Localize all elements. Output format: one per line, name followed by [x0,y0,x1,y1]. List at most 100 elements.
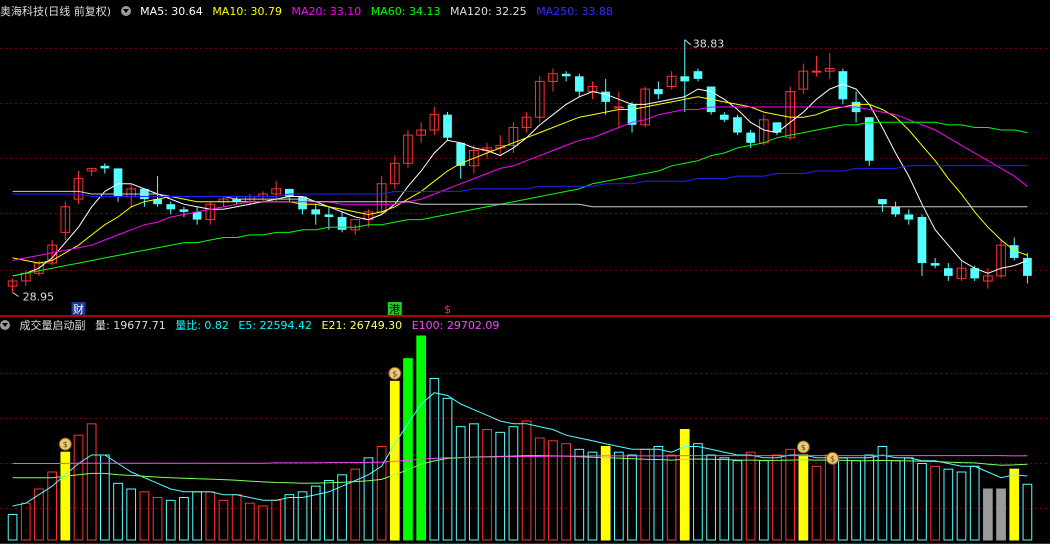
volume-bar [785,448,796,541]
volume-bar [271,499,282,541]
volume-bar [455,426,466,541]
volume-e21: E21: 26749.30 [321,319,403,332]
volume-bar [996,488,1006,541]
candle-body-down [943,268,953,276]
high-price-label: 38.83 [693,38,725,51]
volume-bar [627,454,637,541]
volume-bar [47,471,57,541]
volume-bar [113,482,123,541]
volume-bar [587,451,598,541]
candle-body-down [693,71,703,79]
candle-body-down [719,114,729,120]
volume-bar [969,465,980,541]
volume-bar [930,465,941,541]
volume-bar [139,491,150,541]
volume-bar [719,457,730,541]
volume-bar [495,431,506,541]
volume-bar [403,358,413,541]
volume-bar [363,457,374,541]
volume-bar [324,480,334,541]
volume-bar [73,434,84,541]
candle-body-down [337,217,347,230]
volume-menu-icon[interactable] [0,320,10,330]
candle-body-down [443,114,452,138]
volume-bar [732,460,743,541]
volume-bar [574,448,585,541]
high-pointer [684,39,692,46]
volume-bar [956,471,967,541]
volume-bar [772,454,782,541]
menu-toggle-icon[interactable] [120,6,131,16]
candle-body-down [100,165,110,169]
volume-bar [943,468,954,541]
volume-bar [824,454,835,541]
volume-bar [666,454,677,541]
volume-bar [350,468,361,541]
candle-body-up [811,70,822,73]
volume-bar [890,460,901,541]
volume-bar [231,494,242,541]
volume-e5: E5: 22594.42 [238,319,313,332]
candle-body-down [930,263,940,266]
candle-body-down [772,122,782,133]
ma5-line [12,83,1028,277]
volume-bar [258,505,268,541]
candle-body-down [574,76,584,92]
candle-body-down [311,209,321,215]
volume-bar [917,463,927,541]
candle-body-down [904,214,914,220]
candle-body-down [864,117,874,161]
low-pointer [12,292,19,297]
candle-body-down [192,211,202,220]
volume-bar [7,514,18,541]
volume-bar [126,488,137,541]
volume-bar [811,465,822,541]
money-bag-icon-glyph: $ [801,443,806,452]
candle-body-down [113,168,123,197]
volume-header: 成交量启动副 量: 19677.71 量比: 0.82 E5: 22594.42… [0,318,505,334]
price-header: 奥海科技(日线 前复权) MA5: 30.64 MA10: 30.79 MA20… [0,4,619,20]
volume-bar [284,494,295,541]
stock-chart[interactable]: 38.83 28.95 财 港 $ $ $ $ $ [0,0,1050,544]
volume-bar [838,457,848,541]
ma20-label: MA20: 33.10 [291,5,362,18]
volume-bar [613,451,624,541]
volume-bar [600,446,611,541]
candle-body-down [561,73,571,77]
volume-value: 量: 19677.71 [95,319,166,332]
volume-e100: E100: 29702.09 [411,319,500,332]
ma60-line [12,121,1028,277]
stock-title: 奥海科技(日线 前复权) [0,5,112,18]
candle-body-up [613,106,624,109]
candle-body-down [891,206,900,215]
volume-bar [640,448,651,541]
volume-bar [482,429,492,541]
candle-body-down [878,199,887,205]
candle-body-down [917,217,927,264]
vol-e21-line [12,455,1028,484]
candle-body-down [733,117,742,133]
volume-bar [297,491,308,541]
volume-bar [745,451,756,541]
event-marker: 港 [389,303,400,316]
volume-bar [864,454,875,541]
volume-bar [165,499,176,541]
volume-bar [416,335,427,541]
volume-ratio: 量比: 0.82 [175,319,229,332]
ma120-line [12,190,1028,208]
volume-bar [508,426,519,541]
candle-body-down [285,188,294,197]
volume-bar [983,488,993,541]
candle-body-down [166,204,176,210]
volume-bar [561,443,571,541]
candle-body-down [746,132,755,143]
volume-bar [60,451,71,541]
volume-bar [706,454,716,541]
candle-body-down [680,76,690,82]
volume-bar [1022,483,1033,541]
volume-bar [218,499,229,541]
ma250-line [12,165,1028,197]
volume-bar [99,454,110,541]
volume-title: 成交量启动副 [19,319,86,332]
volume-bar [469,423,479,541]
